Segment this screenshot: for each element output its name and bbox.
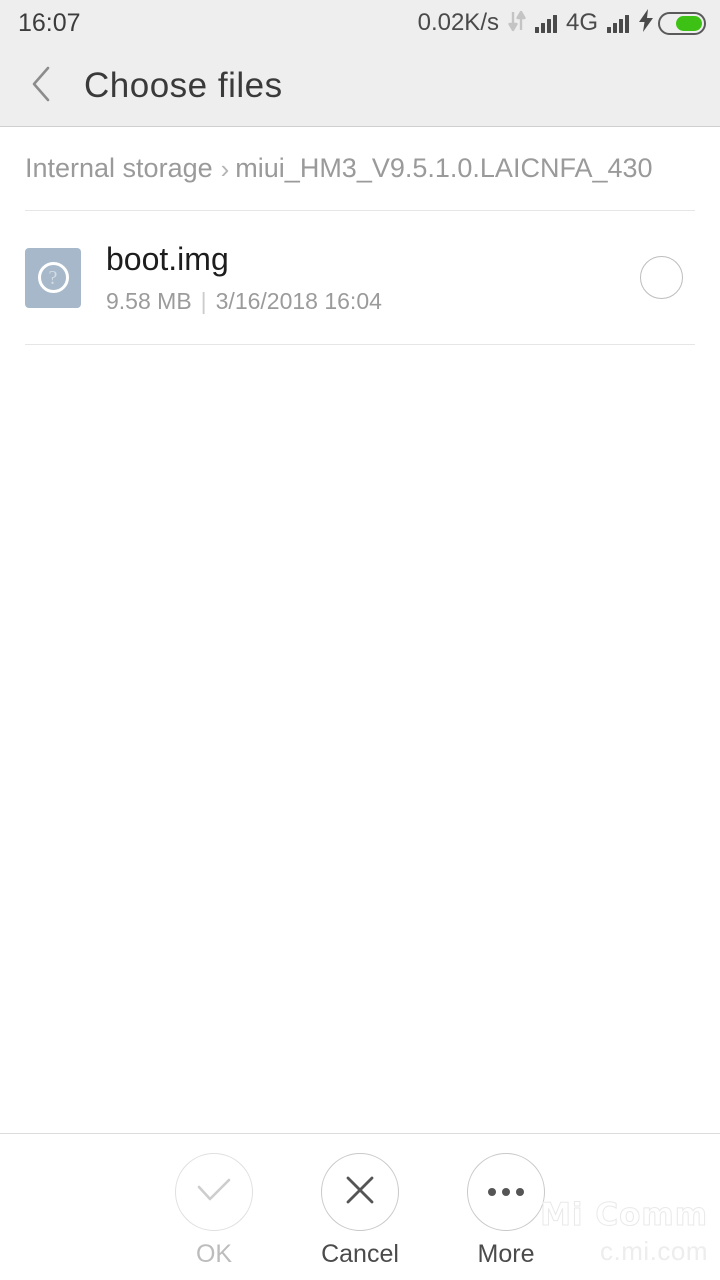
file-info: boot.img 9.58 MB | 3/16/2018 16:04 bbox=[106, 242, 640, 313]
battery-fill bbox=[676, 15, 702, 31]
back-chevron-icon bbox=[30, 65, 52, 108]
title-bar: Choose files bbox=[0, 46, 720, 126]
header: 16:07 0.02K/s 4G Choose files bbox=[0, 0, 720, 127]
signal-bars-icon-2 bbox=[607, 13, 629, 33]
file-row-divider bbox=[25, 344, 695, 345]
more-button-label: More bbox=[477, 1240, 535, 1268]
file-size: 9.58 MB bbox=[106, 287, 192, 314]
table-row[interactable]: ? boot.img 9.58 MB | 3/16/2018 16:04 bbox=[0, 211, 720, 344]
file-meta: 9.58 MB | 3/16/2018 16:04 bbox=[106, 287, 640, 314]
file-list: ? boot.img 9.58 MB | 3/16/2018 16:04 bbox=[0, 211, 720, 344]
breadcrumb-item-current[interactable]: miui_HM3_V9.5.1.0.LAICNFA_430 bbox=[235, 155, 652, 182]
status-icons: 0.02K/s 4G bbox=[418, 9, 706, 37]
unknown-file-icon: ? bbox=[25, 247, 81, 308]
file-meta-separator: | bbox=[200, 287, 207, 314]
signal-bars-icon-1 bbox=[534, 13, 557, 33]
ellipsis-icon bbox=[488, 1188, 524, 1196]
ok-button-label: OK bbox=[195, 1240, 233, 1268]
network-type-text: 4G bbox=[565, 9, 598, 36]
ok-button[interactable]: OK bbox=[156, 1153, 272, 1267]
lightning-bolt-icon bbox=[638, 9, 654, 37]
cancel-button[interactable]: Cancel bbox=[302, 1153, 418, 1267]
page-title: Choose files bbox=[84, 66, 283, 105]
battery-icon bbox=[658, 11, 706, 35]
breadcrumb-area: Internal storage › miui_HM3_V9.5.1.0.LAI… bbox=[0, 127, 720, 211]
file-select-checkbox[interactable] bbox=[640, 256, 683, 299]
breadcrumb-item-root[interactable]: Internal storage bbox=[25, 155, 213, 182]
cancel-button-circle bbox=[321, 1153, 399, 1231]
close-x-icon bbox=[344, 1174, 376, 1211]
status-clock: 16:07 bbox=[18, 8, 81, 37]
ok-button-circle bbox=[175, 1153, 253, 1231]
cancel-button-label: Cancel bbox=[321, 1240, 399, 1268]
more-button[interactable]: More bbox=[448, 1153, 564, 1267]
check-icon bbox=[196, 1176, 232, 1209]
file-date: 3/16/2018 16:04 bbox=[215, 287, 382, 314]
more-button-circle bbox=[467, 1153, 545, 1231]
question-mark-icon: ? bbox=[37, 262, 69, 293]
battery-status bbox=[638, 9, 706, 37]
file-name: boot.img bbox=[106, 242, 229, 278]
chevron-right-icon: › bbox=[220, 153, 230, 184]
file-icon-glyph: ? bbox=[48, 266, 58, 289]
back-button[interactable] bbox=[10, 46, 72, 126]
network-speed-text: 0.02K/s bbox=[417, 9, 499, 36]
data-transfer-arrows-icon bbox=[508, 10, 526, 37]
breadcrumb: Internal storage › miui_HM3_V9.5.1.0.LAI… bbox=[25, 127, 720, 210]
bottom-toolbar: OK Cancel More bbox=[0, 1133, 720, 1280]
status-bar: 16:07 0.02K/s 4G bbox=[0, 0, 720, 46]
